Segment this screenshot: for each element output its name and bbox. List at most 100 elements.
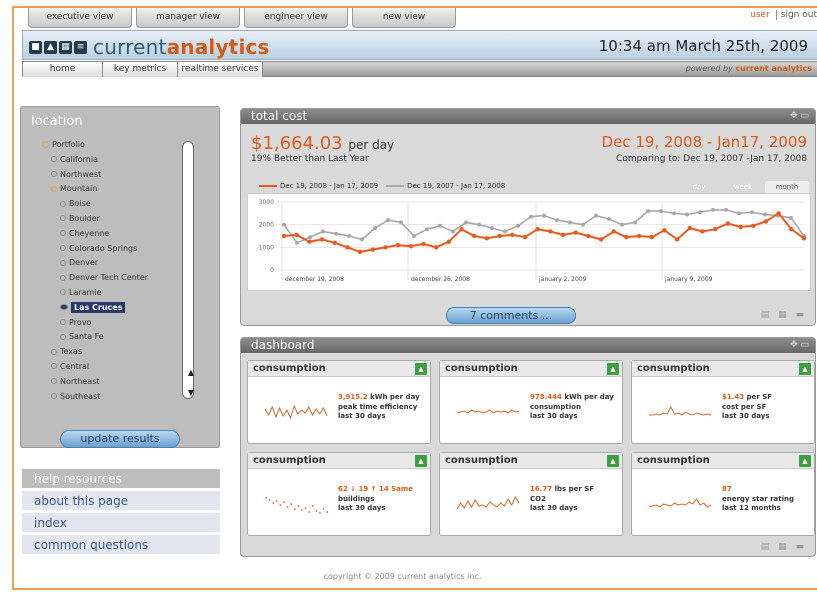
update-results-button[interactable]: update results [60, 430, 180, 448]
x-tick-label: december 19, 2008 [285, 276, 344, 283]
total-cost-comparison: 19% Better than Last Year [251, 154, 369, 164]
x-tick-label: january 2, 2009 [538, 276, 587, 283]
current-series-point [801, 236, 807, 241]
tree-item-label: California [60, 154, 98, 164]
node-icon [60, 319, 66, 326]
chart-legend: Dec 19, 2008 - Jan 17, 2009 Dec 19, 2007… [259, 182, 505, 190]
sparkline-point [319, 512, 321, 514]
tile-text: 62 ↓ 19 ↑ 14 Same buildings last 30 days [338, 485, 413, 513]
metric-tile[interactable]: consumption ▲ 3,915.2 kWh per day peak time… [247, 360, 431, 444]
current-series-point [738, 224, 743, 230]
node-icon [60, 215, 66, 222]
lines-logo-icon: ≡ [74, 40, 87, 54]
current-series-point [459, 227, 464, 232]
prior-series-point [295, 240, 299, 245]
comments-button[interactable]: 7 comments ... [446, 307, 576, 324]
prior-series-point [386, 218, 390, 223]
node-icon [60, 259, 66, 266]
current-series-point [725, 221, 731, 226]
current-series-point [383, 245, 388, 250]
sparkline-point [286, 506, 289, 508]
app-header: ■ ▲ ▦ ≡ currentanalytics 10:34 am March … [22, 30, 817, 60]
prior-series-point [724, 207, 728, 212]
tile-text: 87 energy star rating last 12 months [722, 485, 794, 513]
prior-series-point [360, 237, 364, 242]
current-series-point [408, 244, 414, 249]
scroll-up-icon[interactable]: ▲ [186, 368, 196, 377]
view-tabs: executive view manager view engineer vie… [28, 8, 460, 28]
sparkline-path [456, 409, 520, 414]
tree-item-label: Cheyenne [69, 228, 110, 238]
current-series-point [535, 227, 540, 232]
current-series-point [395, 242, 401, 248]
current-series-point [421, 241, 426, 247]
prior-series-point [672, 211, 676, 216]
node-icon [60, 289, 66, 296]
sparkline-point [326, 511, 328, 513]
prior-series-point [334, 231, 338, 236]
sparkline-point [297, 505, 300, 507]
prior-series-point [763, 212, 767, 217]
period-day-tab[interactable]: day [677, 181, 721, 193]
logo[interactable]: ■ ▲ ▦ ≡ currentanalytics [29, 35, 270, 59]
metric-tile[interactable]: consumption ▲ 978.444 kWh per day consumpti… [439, 360, 623, 444]
sparkline [456, 409, 520, 414]
prior-series-point [464, 220, 468, 225]
dashboard-tools-icon[interactable]: ▤ ▦ ▬ [761, 542, 807, 552]
metric-tile[interactable]: consumption ▲ 87 energy star rating last 12 … [631, 452, 815, 536]
tree-item-label: Boise [69, 199, 91, 209]
grid-logo-icon: ▦ [59, 40, 72, 54]
current-series-point [357, 249, 363, 255]
prior-series-point [451, 229, 455, 234]
prior-series-point [659, 209, 663, 214]
metric-tile[interactable]: consumption ▲ 62 ↓ 19 ↑ 14 Same buildings la… [247, 452, 431, 536]
current-series-point [776, 211, 781, 216]
tree-item-label: Denver Tech Center [69, 273, 149, 283]
metric-tile[interactable]: consumption ▲ $1.43 per SF cost per SF last … [631, 360, 815, 444]
tab-engineer-view[interactable]: engineer view [244, 8, 348, 28]
legend-current-swatch [259, 185, 277, 187]
tree-scrollbar[interactable] [182, 141, 194, 399]
tab-manager-view[interactable]: manager view [136, 8, 240, 28]
tile-title: consumption [632, 453, 814, 469]
tree-item-label: Denver [69, 258, 99, 268]
current-series-point [345, 245, 350, 250]
nav-realtime-services[interactable]: realtime services [178, 62, 263, 77]
help-about-link[interactable]: about this page [22, 491, 220, 511]
period-week-tab[interactable]: week [721, 181, 765, 193]
panel-controls-icon[interactable]: ✥ ▭ [790, 111, 809, 121]
prior-series-point [477, 222, 481, 227]
prior-series-point [698, 210, 702, 215]
tree-item-label: Las Cruces [71, 301, 126, 313]
sparkline [456, 495, 520, 510]
sparkline-point [311, 505, 314, 507]
user-link[interactable]: user [750, 10, 777, 20]
nav-key-metrics[interactable]: key metrics [103, 62, 178, 77]
node-icon [60, 200, 66, 207]
sign-out-link[interactable]: sign out [781, 10, 817, 20]
tree-item-label: Provo [69, 317, 92, 327]
sparkline-point [272, 502, 275, 504]
prior-series-point [438, 223, 442, 228]
scroll-down-icon[interactable]: ▼ [186, 388, 196, 397]
period-month-tab[interactable]: month [765, 181, 809, 193]
dashboard-controls-icon[interactable]: ✥ ▭ [790, 340, 809, 350]
prior-series-point [542, 213, 546, 218]
y-tick-label: 1000 [259, 244, 274, 251]
tab-new-view[interactable]: new view [352, 8, 456, 28]
tab-executive-view[interactable]: executive view [28, 8, 132, 28]
nav-home[interactable]: home [23, 62, 103, 77]
prior-series-point [399, 220, 403, 225]
prior-series-point [789, 215, 793, 220]
tile-text: 3,915.2 kWh per day peak time efficiency l… [338, 393, 420, 421]
help-questions-link[interactable]: common questions [22, 535, 220, 555]
node-icon [60, 230, 66, 237]
current-series-point [548, 229, 553, 234]
node-icon [51, 393, 57, 400]
help-index-link[interactable]: index [22, 513, 220, 533]
metric-tile[interactable]: consumption ▲ 16.77 lbs per SF CO2 last 30 d… [439, 452, 623, 536]
total-cost-chart: 0 1000 2000 3000 december 19, 2008 december 2… [247, 193, 811, 291]
sparkline-point [308, 511, 311, 513]
panel-tools-icon[interactable]: ▤ ▦ ▬ [761, 310, 807, 320]
prior-series-point [620, 222, 624, 227]
